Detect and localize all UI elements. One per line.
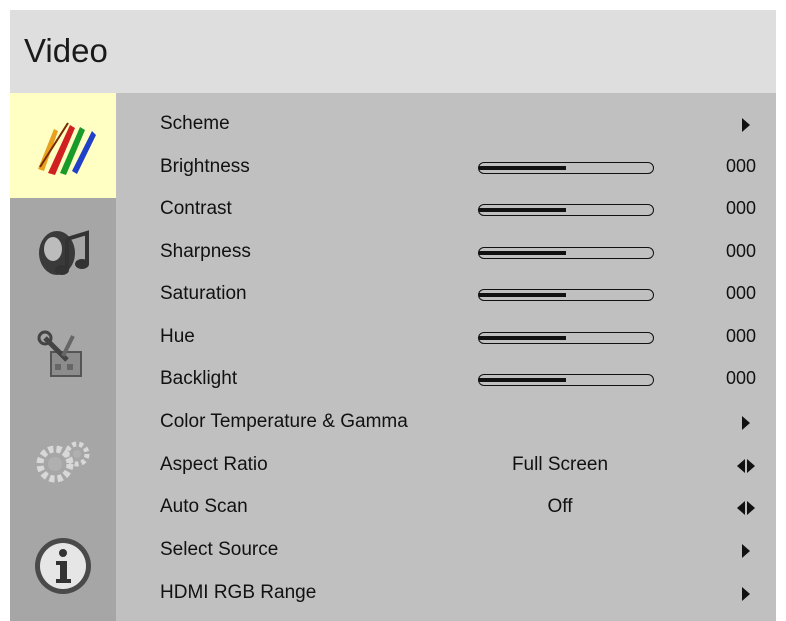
video-osd-menu: Video Scheme Brightness 000 Contrast 000… (10, 10, 776, 621)
menu-item-label: Aspect Ratio (160, 454, 268, 475)
slider-value: 000 (726, 241, 757, 261)
slider-value: 000 (726, 283, 757, 303)
slider-value: 000 (726, 368, 757, 388)
category-sidebar (10, 93, 116, 621)
menu-item-label: Color Temperature & Gamma (160, 411, 408, 432)
left-right-arrow-icon[interactable] (736, 458, 756, 474)
menu-item-label: Brightness (160, 156, 250, 177)
submenu-arrow-icon (742, 416, 750, 430)
option-value: Full Screen (511, 454, 609, 475)
sidebar-item-video[interactable] (10, 93, 116, 198)
menu-item-label: Select Source (160, 539, 279, 560)
menu-item-color-temperature-gamma[interactable]: Color Temperature & Gamma (116, 402, 776, 444)
video-brushes-icon (38, 121, 96, 175)
submenu-arrow-icon (742, 118, 750, 132)
sidebar-item-setup[interactable] (10, 303, 116, 408)
menu-item-aspect-ratio[interactable]: Aspect Ratio Full Screen (116, 445, 776, 487)
sidebar-item-audio[interactable] (10, 198, 116, 303)
slider-fill (479, 336, 566, 340)
info-icon (35, 537, 91, 594)
settings-list: Scheme Brightness 000 Contrast 000 Sharp… (116, 93, 776, 621)
slider-fill (479, 251, 566, 255)
menu-item-hdmi-rgb-range[interactable]: HDMI RGB Range (116, 573, 776, 615)
slider-fill (479, 378, 566, 382)
hue-slider[interactable] (478, 332, 654, 344)
submenu-arrow-icon (742, 544, 750, 558)
page-title: Video (24, 32, 108, 69)
menu-item-label: Auto Scan (160, 496, 248, 517)
menu-item-label: Saturation (160, 283, 247, 304)
slider-value: 000 (726, 156, 757, 176)
menu-item-select-source[interactable]: Select Source (116, 530, 776, 572)
sidebar-item-info[interactable] (10, 513, 116, 618)
brightness-slider[interactable] (478, 162, 654, 174)
title-bar: Video (10, 10, 776, 93)
left-right-arrow-icon[interactable] (736, 500, 756, 516)
audio-note-icon (39, 229, 89, 275)
menu-item-label: Contrast (160, 198, 232, 219)
menu-item-scheme[interactable]: Scheme (116, 104, 776, 146)
menu-item-label: Backlight (160, 368, 238, 389)
menu-item-auto-scan[interactable]: Auto Scan Off (116, 487, 776, 529)
menu-item-label: Sharpness (160, 241, 251, 262)
slider-fill (479, 208, 566, 212)
menu-item-hue[interactable]: Hue 000 (116, 317, 776, 359)
menu-item-label: Scheme (160, 113, 230, 134)
contrast-slider[interactable] (478, 204, 654, 216)
sharpness-slider[interactable] (478, 247, 654, 259)
setup-tools-icon (37, 330, 82, 377)
settings-gears-icon (36, 441, 90, 482)
saturation-slider[interactable] (478, 289, 654, 301)
menu-item-contrast[interactable]: Contrast 000 (116, 189, 776, 231)
option-value: Off (547, 496, 573, 517)
slider-value: 000 (726, 326, 757, 346)
submenu-arrow-icon (742, 587, 750, 601)
slider-fill (479, 166, 566, 170)
slider-fill (479, 293, 566, 297)
menu-item-label: Hue (160, 326, 195, 347)
backlight-slider[interactable] (478, 374, 654, 386)
menu-item-saturation[interactable]: Saturation 000 (116, 274, 776, 316)
slider-value: 000 (726, 198, 757, 218)
sidebar-item-settings[interactable] (10, 408, 116, 513)
menu-item-brightness[interactable]: Brightness 000 (116, 147, 776, 189)
menu-item-label: HDMI RGB Range (160, 582, 317, 603)
menu-item-backlight[interactable]: Backlight 000 (116, 359, 776, 401)
menu-item-sharpness[interactable]: Sharpness 000 (116, 232, 776, 274)
